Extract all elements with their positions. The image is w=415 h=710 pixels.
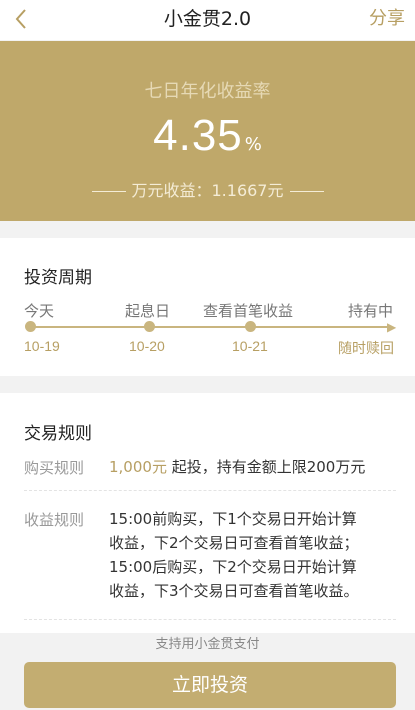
support-text: 支持用小金贯支付 xyxy=(155,637,260,652)
buy-rule-detail: 起投，持有金额上限200万元 xyxy=(166,458,366,476)
timeline-track xyxy=(30,326,391,328)
step-date-first-profit: 10-21 xyxy=(232,338,268,354)
divider xyxy=(24,490,396,491)
rate-display: 4.35% xyxy=(0,111,415,161)
step-date-holding: 随时赎回 xyxy=(338,340,394,356)
yield-banner: 七日年化收益率 4.35% 万元收益：1.1667元 xyxy=(0,41,415,221)
rate-value: 4.35 xyxy=(153,111,243,160)
divider-line xyxy=(91,191,126,192)
timeline-dot xyxy=(25,321,36,332)
profit-rule-label: 收益规则 xyxy=(24,511,85,529)
wan-yield-text: 万元收益：1.1667元 xyxy=(131,181,284,200)
buy-rule-text: 1,000元 起投，持有金额上限200万元 xyxy=(109,455,401,479)
step-label-holding: 持有中 xyxy=(348,302,394,320)
rate-unit: % xyxy=(244,134,262,155)
step-date-value-date: 10-20 xyxy=(129,338,165,354)
buy-rule-label: 购买规则 xyxy=(24,459,85,477)
profit-rule-line: 15:00后购买，下2个交易日开始计算 xyxy=(109,558,357,576)
profit-rule-line: 15:00前购买，下1个交易日开始计算 xyxy=(109,510,357,528)
divider-line xyxy=(289,191,324,192)
share-button[interactable]: 分享 xyxy=(369,0,405,40)
nav-bar: 小金贯2.0 分享 xyxy=(0,0,415,40)
wan-yield: 万元收益：1.1667元 xyxy=(0,177,415,201)
rules-title: 交易规则 xyxy=(24,424,92,444)
page-title: 小金贯2.0 xyxy=(163,8,252,30)
profit-rule-text: 15:00前购买，下1个交易日开始计算 收益，下2个交易日可查看首笔收益； 15… xyxy=(109,507,401,603)
profit-rule-line: 收益，下2个交易日可查看首笔收益； xyxy=(109,534,359,552)
rate-label: 七日年化收益率 xyxy=(144,81,271,102)
period-title: 投资周期 xyxy=(24,268,92,288)
profit-rule-line: 收益，下3个交易日可查看首笔收益。 xyxy=(109,582,359,600)
divider xyxy=(24,619,396,620)
timeline-dot xyxy=(144,321,155,332)
invest-now-button[interactable]: 立即投资 xyxy=(24,662,396,708)
step-date-today: 10-19 xyxy=(24,338,60,354)
step-label-value-date: 起息日 xyxy=(125,302,171,320)
min-amount: 1,000元 xyxy=(109,458,167,476)
arrow-right-icon: ▶ xyxy=(387,320,397,334)
investment-period-card: 投资周期 ▶ 今天 起息日 查看首笔收益 持有中 10-19 10-20 10-… xyxy=(0,238,415,376)
step-label-today: 今天 xyxy=(24,302,55,320)
step-label-first-profit: 查看首笔收益 xyxy=(203,302,294,320)
trading-rules-card: 交易规则 购买规则 1,000元 起投，持有金额上限200万元 收益规则 15:… xyxy=(0,393,415,633)
timeline-dot xyxy=(245,321,256,332)
